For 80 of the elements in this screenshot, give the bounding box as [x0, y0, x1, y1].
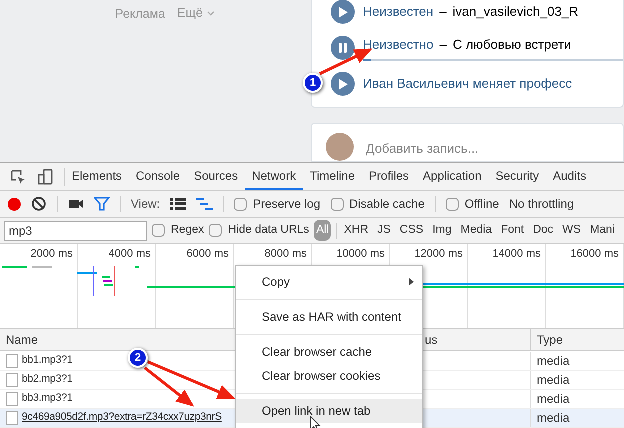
- clear-icon[interactable]: [31, 196, 47, 212]
- post-input[interactable]: Добавить запись...: [366, 139, 479, 158]
- track-title[interactable]: Иван Васильевич меняет професс: [363, 74, 572, 94]
- type-filter-button[interactable]: WS: [560, 220, 584, 242]
- view-label: View:: [131, 196, 160, 213]
- track-title[interactable]: С любовью встрети: [452, 35, 572, 55]
- devtools-tab[interactable]: Timeline: [303, 163, 362, 190]
- menu-item[interactable]: Clear browser cache: [236, 340, 422, 364]
- pause-button[interactable]: [331, 36, 355, 60]
- devtools-tab[interactable]: Sources: [187, 163, 246, 190]
- chevron-down-icon: [207, 10, 215, 16]
- tick-label: 14000 ms: [492, 247, 541, 262]
- type-filter-button[interactable]: Doc: [531, 220, 556, 242]
- tick-label: 8000 ms: [264, 247, 307, 262]
- request-name[interactable]: bb2.mp3?1: [22, 372, 73, 388]
- dash: –: [440, 3, 447, 22]
- devtools-tab[interactable]: Console: [129, 163, 188, 190]
- checkbox[interactable]: [330, 198, 344, 210]
- play-icon: [338, 78, 348, 90]
- request-name[interactable]: 9c469a905d2f.mp3?extra=rZ34cxx7uzp3nrS: [22, 410, 222, 426]
- record-button[interactable]: [8, 198, 21, 210]
- dash: –: [440, 36, 447, 54]
- progress-track[interactable]: [363, 58, 623, 61]
- checkbox-label: Offline: [464, 196, 500, 213]
- filter-field[interactable]: mp3: [4, 220, 147, 240]
- checkbox[interactable]: [152, 224, 165, 237]
- avatar: [326, 133, 354, 161]
- throttling-select[interactable]: No throttling: [509, 195, 574, 213]
- device-icon[interactable]: [38, 168, 54, 184]
- type-filter-button[interactable]: Img: [430, 220, 454, 242]
- tick-label: 10000 ms: [336, 247, 385, 262]
- arrow: [319, 48, 373, 76]
- submenu-arrow-icon: [409, 278, 414, 286]
- type-filter-button[interactable]: Mani: [588, 220, 618, 242]
- file-icon: [6, 411, 18, 425]
- type-filter-button[interactable]: CSS: [398, 220, 426, 242]
- track-artist[interactable]: Неизвестно: [363, 35, 434, 55]
- list-view-icon[interactable]: [170, 197, 186, 211]
- type-filter-button[interactable]: Font: [499, 220, 526, 242]
- column-header[interactable]: Type: [530, 329, 624, 350]
- checkbox-label: Regex: [171, 222, 204, 238]
- checkbox[interactable]: [209, 224, 222, 237]
- devtools-tab[interactable]: Application: [416, 163, 489, 190]
- request-name[interactable]: bb3.mp3?1: [22, 391, 73, 407]
- play-button[interactable]: [331, 0, 355, 24]
- track-title[interactable]: ivan_vasilevich_03_R: [452, 2, 579, 22]
- menu-item[interactable]: Copy: [236, 270, 422, 294]
- devtools-tab[interactable]: Elements: [65, 163, 130, 190]
- devtools-tab[interactable]: Profiles: [362, 163, 416, 190]
- request-type: media: [530, 371, 624, 389]
- play-icon: [338, 6, 348, 18]
- checkbox[interactable]: [234, 198, 248, 210]
- type-filter-button[interactable]: JS: [376, 220, 393, 242]
- tick-label: 4000 ms: [108, 247, 151, 262]
- tick-label: 12000 ms: [414, 247, 463, 262]
- checkbox-label: Preserve log: [253, 196, 321, 213]
- request-type: media: [530, 409, 624, 427]
- checkbox-label: Disable cache: [350, 196, 425, 213]
- request-type: media: [530, 390, 624, 408]
- tick-label: 6000 ms: [186, 247, 229, 262]
- menu-item[interactable]: Clear browser cookies: [236, 364, 422, 388]
- type-filter-button[interactable]: Media: [458, 220, 494, 242]
- type-filter-button[interactable]: XHR: [342, 220, 370, 242]
- inspect-icon[interactable]: [10, 168, 26, 184]
- request-type: media: [530, 352, 624, 370]
- filter-icon[interactable]: [94, 196, 110, 212]
- menu-item[interactable]: Save as HAR with content: [236, 305, 422, 329]
- waterfall-view-icon[interactable]: [196, 197, 214, 211]
- devtools-tab[interactable]: Security: [488, 163, 546, 190]
- step-badge: 1: [303, 73, 323, 93]
- checkbox-label: Hide data URLs: [228, 222, 310, 238]
- tick-label: 16000 ms: [570, 247, 619, 262]
- play-button[interactable]: [331, 72, 355, 96]
- tick-label: 2000 ms: [30, 247, 73, 262]
- devtools-tab[interactable]: Audits: [546, 163, 594, 190]
- menu-item[interactable]: Open link in new tab: [236, 399, 422, 423]
- pause-icon: [338, 43, 348, 53]
- track-artist[interactable]: Неизвестен: [363, 2, 434, 22]
- request-name[interactable]: bb1.mp3?1: [22, 353, 73, 369]
- checkbox[interactable]: [446, 198, 459, 210]
